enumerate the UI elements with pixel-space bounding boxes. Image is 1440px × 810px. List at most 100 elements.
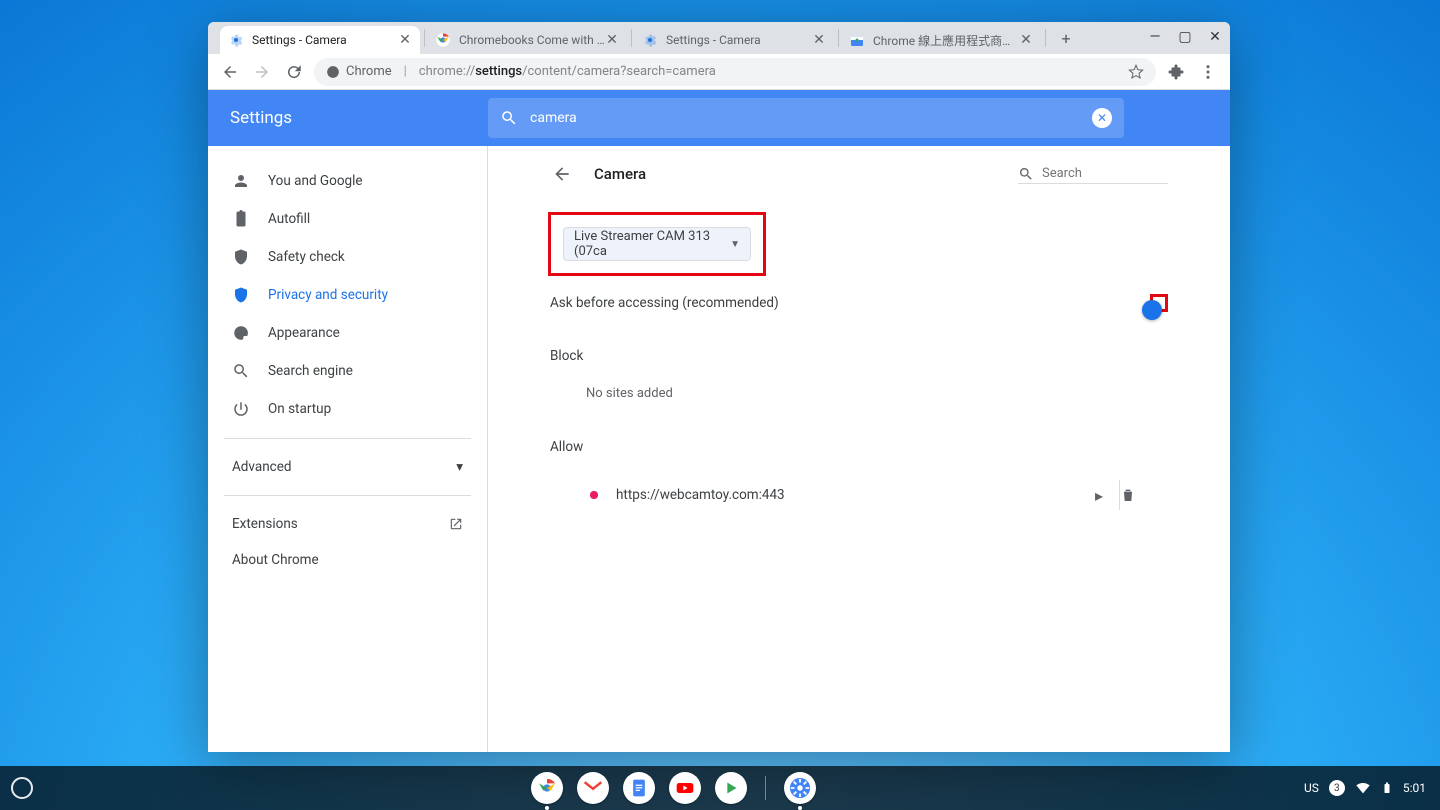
secure-chip: Chrome: [326, 64, 392, 79]
toggle-knob: [1142, 300, 1162, 320]
webstore-icon: [849, 32, 865, 48]
search-icon: [500, 109, 518, 127]
main-header: Camera: [550, 162, 1168, 194]
shelf-app-play-store[interactable]: [715, 772, 747, 804]
sidebar-item-search-engine[interactable]: Search engine: [208, 352, 471, 390]
shelf-app-docs[interactable]: [623, 772, 655, 804]
gear-icon: [642, 32, 658, 48]
battery-icon: [1381, 780, 1393, 796]
omnibox[interactable]: Chrome | chrome://settings/content/camer…: [314, 58, 1156, 86]
chrome-icon: [435, 32, 451, 48]
inpage-search[interactable]: [1018, 164, 1168, 184]
shield-check-icon: [232, 248, 250, 266]
settings-search-input[interactable]: [530, 110, 1080, 126]
camera-device-select[interactable]: Live Streamer CAM 313 (07ca ▼: [563, 227, 751, 261]
chevron-right-icon[interactable]: ▸: [1079, 486, 1119, 505]
tab-title: Chromebooks Come with Perks: [459, 33, 605, 47]
sidebar-item-label: On startup: [268, 401, 331, 417]
sidebar-item-privacy-security[interactable]: Privacy and security: [208, 276, 471, 314]
close-tab-icon[interactable]: ✕: [812, 33, 826, 47]
maximize-icon[interactable]: ▢: [1176, 28, 1194, 46]
advanced-label: Advanced: [232, 459, 292, 475]
shelf-divider: [765, 776, 766, 800]
wifi-icon: [1355, 780, 1371, 796]
power-icon: [232, 400, 250, 418]
shield-icon: [232, 286, 250, 304]
notification-count: 3: [1329, 780, 1345, 796]
clear-search-icon[interactable]: ✕: [1092, 108, 1112, 128]
close-window-icon[interactable]: ✕: [1206, 28, 1224, 46]
close-tab-icon[interactable]: ✕: [605, 33, 619, 47]
clipboard-icon: [232, 210, 250, 228]
close-tab-icon[interactable]: ✕: [398, 33, 412, 47]
search-icon: [232, 362, 250, 380]
launcher-button[interactable]: [0, 777, 44, 799]
sidebar-item-safety-check[interactable]: Safety check: [208, 238, 471, 276]
new-tab-button[interactable]: +: [1054, 26, 1078, 50]
about-label: About Chrome: [232, 552, 319, 568]
inpage-search-input[interactable]: [1042, 164, 1152, 183]
launcher-icon: [11, 777, 33, 799]
ime-indicator: US: [1304, 781, 1319, 795]
forward-button: [250, 60, 274, 84]
subpage-back-button[interactable]: [550, 162, 574, 186]
shelf-app-youtube[interactable]: [669, 772, 701, 804]
tab-chrome-webstore[interactable]: Chrome 線上應用程式商店 - w… ✕: [841, 26, 1041, 54]
reload-button[interactable]: [282, 60, 306, 84]
back-button[interactable]: [218, 60, 242, 84]
settings-search[interactable]: ✕: [488, 98, 1124, 138]
minimize-icon[interactable]: —: [1146, 28, 1164, 46]
tab-title: Settings - Camera: [252, 33, 398, 47]
allow-site-url: https://webcamtoy.com:443: [616, 487, 1079, 503]
tab-chromebooks-perks[interactable]: Chromebooks Come with Perks ✕: [427, 26, 627, 54]
page-title: Camera: [594, 165, 646, 183]
chromeos-shelf: US 3 5:01: [0, 766, 1440, 810]
browser-toolbar: Chrome | chrome://settings/content/camer…: [208, 54, 1230, 90]
allow-site-row[interactable]: https://webcamtoy.com:443 ▸: [550, 471, 1168, 519]
chrome-chip-icon: [326, 65, 340, 79]
tab-strip: Settings - Camera ✕ Chromebooks Come wit…: [208, 22, 1230, 54]
settings-body: You and Google Autofill Safety check Pri…: [208, 146, 1230, 752]
tab-divider: [838, 29, 839, 47]
block-section-label: Block: [550, 348, 1168, 364]
sidebar-item-label: Safety check: [268, 249, 345, 265]
shelf-app-gmail[interactable]: [577, 772, 609, 804]
url-display: chrome://settings/content/camera?search=…: [419, 64, 716, 79]
sidebar-item-label: Privacy and security: [268, 287, 388, 303]
extensions-icon[interactable]: [1164, 60, 1188, 84]
tab-settings-camera-2[interactable]: Settings - Camera ✕: [634, 26, 834, 54]
sidebar-divider: [224, 438, 471, 439]
sidebar-item-label: Appearance: [268, 325, 340, 341]
star-icon[interactable]: [1128, 64, 1144, 80]
settings-appbar: Settings ✕: [208, 90, 1230, 146]
sidebar-extensions[interactable]: Extensions: [208, 506, 487, 542]
block-no-sites: No sites added: [550, 364, 1168, 405]
settings-sidebar: You and Google Autofill Safety check Pri…: [208, 146, 488, 752]
ask-toggle-highlight: [1150, 294, 1168, 312]
ask-before-accessing-row: Ask before accessing (recommended): [550, 276, 1168, 314]
shelf-app-chrome[interactable]: [531, 772, 563, 804]
sidebar-item-autofill[interactable]: Autofill: [208, 200, 471, 238]
camera-device-highlight: Live Streamer CAM 313 (07ca ▼: [548, 212, 766, 276]
shelf-app-settings[interactable]: [784, 772, 816, 804]
close-tab-icon[interactable]: ✕: [1019, 33, 1033, 47]
menu-icon[interactable]: [1196, 60, 1220, 84]
sidebar-item-label: Autofill: [268, 211, 310, 227]
allow-section-label: Allow: [550, 439, 1168, 455]
sidebar-divider: [224, 495, 471, 496]
tab-settings-camera[interactable]: Settings - Camera ✕: [220, 26, 420, 54]
camera-device-value: Live Streamer CAM 313 (07ca: [574, 229, 724, 259]
sidebar-item-you-and-google[interactable]: You and Google: [208, 162, 471, 200]
settings-page: Settings ✕ You and Google Autofill Safet…: [208, 90, 1230, 752]
delete-site-button[interactable]: [1120, 487, 1168, 503]
secure-label: Chrome: [346, 64, 392, 79]
sidebar-about-chrome[interactable]: About Chrome: [208, 542, 487, 578]
sidebar-item-appearance[interactable]: Appearance: [208, 314, 471, 352]
chevron-down-icon: ▾: [456, 459, 463, 475]
status-area[interactable]: US 3 5:01: [1304, 780, 1440, 796]
open-external-icon: [449, 517, 463, 531]
chevron-down-icon: ▼: [730, 239, 740, 250]
shelf-apps: [44, 772, 1304, 804]
sidebar-advanced[interactable]: Advanced ▾: [208, 449, 487, 485]
sidebar-item-on-startup[interactable]: On startup: [208, 390, 471, 428]
